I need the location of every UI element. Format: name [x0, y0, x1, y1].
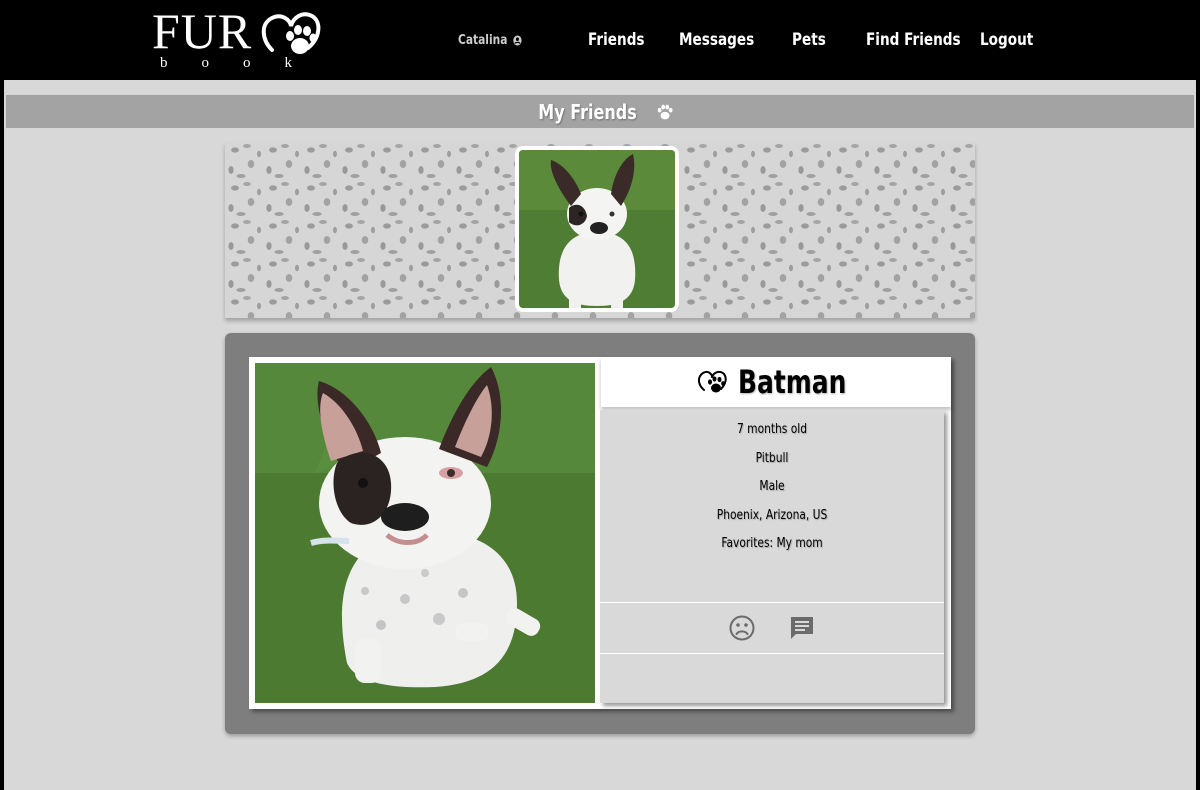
pet-name-header: Batman [601, 357, 951, 407]
nav-user[interactable]: Catalina [458, 33, 522, 48]
pet-name: Batman [737, 363, 846, 401]
logo-text-fur: FUR [152, 3, 253, 59]
page-title: My Friends [538, 99, 638, 124]
account-circle-icon [513, 35, 522, 46]
dog-thumbnail-image [519, 150, 675, 308]
pet-gender: Male [759, 479, 785, 494]
nav-find-friends[interactable]: Find Friends [866, 30, 961, 50]
friend-card: Batman 7 months old Pitbull Male Phoenix… [225, 333, 975, 734]
nav-friends[interactable]: Friends [588, 30, 645, 50]
friend-card-inner: Batman 7 months old Pitbull Male Phoenix… [249, 357, 951, 709]
profile-thumbnail[interactable] [515, 146, 679, 312]
nav-pets[interactable]: Pets [792, 30, 826, 50]
logo-text-book: book [160, 55, 326, 71]
pet-details: 7 months old Pitbull Male Phoenix, Arizo… [600, 410, 944, 703]
furbook-logo[interactable]: FUR book [152, 6, 322, 72]
pet-location: Phoenix, Arizona, US [716, 507, 828, 523]
sad-face-icon[interactable] [728, 614, 756, 642]
paw-icon [657, 104, 673, 119]
message-icon[interactable] [788, 614, 816, 642]
heart-paw-icon [697, 370, 727, 393]
pet-actions [600, 602, 944, 654]
pet-breed: Pitbull [755, 450, 789, 466]
page-title-bar: My Friends [6, 95, 1194, 128]
page-content: My Friends Batman 7 months old Pitbull M… [4, 80, 1196, 790]
nav-user-name: Catalina [458, 33, 508, 48]
pet-photo[interactable] [255, 363, 595, 703]
nav-messages[interactable]: Messages [679, 30, 754, 50]
dog-photo-image [255, 363, 595, 703]
profile-banner [225, 142, 975, 318]
pet-age: 7 months old [737, 422, 807, 437]
pet-details-list: 7 months old Pitbull Male Phoenix, Arizo… [600, 416, 944, 559]
pet-favorites: Favorites: My mom [721, 536, 823, 551]
nav-logout[interactable]: Logout [980, 30, 1033, 50]
navbar: FUR book Catalina Friends Messages Pets … [0, 0, 1200, 80]
